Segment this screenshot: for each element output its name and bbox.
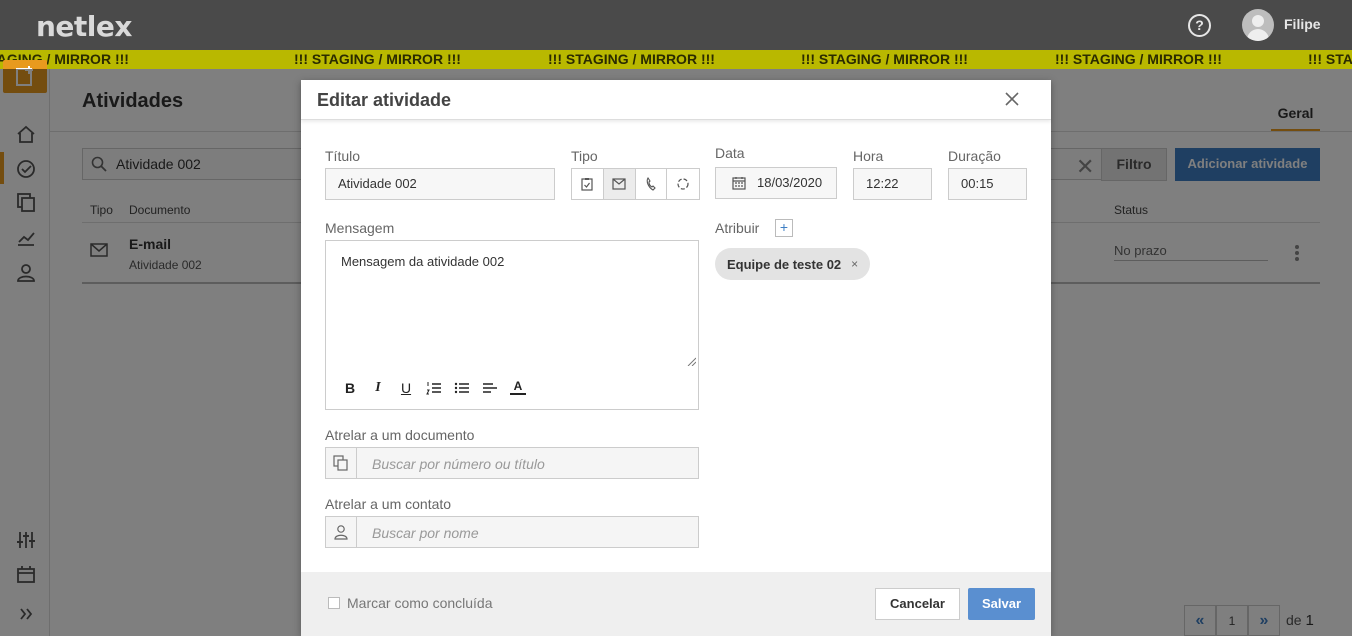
resize-handle-icon[interactable] <box>686 356 696 366</box>
tipo-meeting-button[interactable] <box>667 169 699 199</box>
align-left-icon[interactable] <box>482 379 498 397</box>
edit-activity-modal: Editar atividade Título Atividade 002 Ti… <box>301 80 1051 636</box>
cancel-button[interactable]: Cancelar <box>875 588 960 620</box>
titulo-input[interactable]: Atividade 002 <box>325 168 555 200</box>
app-logo[interactable]: netlex <box>36 10 132 43</box>
banner-text: !!! STAGING / MIRROR !!! <box>548 51 715 67</box>
contact-search-placeholder: Buscar por nome <box>372 525 479 541</box>
concluida-checkbox[interactable] <box>328 597 340 609</box>
modal-header: Editar atividade <box>301 80 1051 120</box>
banner-text: !!! STAGING / MIRROR !!! <box>1308 51 1352 67</box>
close-icon[interactable] <box>1004 91 1020 107</box>
documents-icon <box>333 455 348 471</box>
help-icon[interactable]: ? <box>1188 14 1211 37</box>
contact-icon-box <box>326 517 357 547</box>
duracao-label: Duração <box>948 148 1001 164</box>
underline-button[interactable]: U <box>398 379 414 397</box>
clipboard-icon <box>581 178 593 191</box>
person-icon <box>334 525 348 540</box>
phone-icon <box>646 177 656 191</box>
editor-toolbar: B I U A <box>342 379 526 397</box>
bold-button[interactable]: B <box>342 379 358 397</box>
hora-label: Hora <box>853 148 884 164</box>
meeting-icon <box>677 178 689 190</box>
italic-button[interactable]: I <box>370 379 386 397</box>
tipo-selector <box>571 168 700 200</box>
mail-icon <box>612 178 626 190</box>
duracao-input[interactable]: 00:15 <box>948 168 1027 200</box>
avatar[interactable] <box>1242 9 1274 41</box>
date-value: 18/03/2020 <box>757 175 823 190</box>
font-color-button[interactable]: A <box>510 379 526 395</box>
save-button[interactable]: Salvar <box>968 588 1035 620</box>
calendar-icon <box>732 177 746 190</box>
tipo-task-button[interactable] <box>572 169 604 199</box>
tipo-phone-button[interactable] <box>635 169 668 199</box>
document-link-label: Atrelar a um documento <box>325 427 475 443</box>
hora-input[interactable]: 12:22 <box>853 168 932 200</box>
document-search-placeholder: Buscar por número ou título <box>372 456 545 472</box>
document-icon-box <box>326 448 357 478</box>
modal-footer: Marcar como concluída Cancelar Salvar <box>301 572 1051 636</box>
date-input[interactable]: 18/03/2020 <box>715 167 837 199</box>
top-bar: netlex ? Filipe <box>0 0 1352 50</box>
banner-text: !!! STAGING / MIRROR !!! <box>801 51 968 67</box>
ordered-list-icon[interactable] <box>426 379 442 397</box>
contact-link-label: Atrelar a um contato <box>325 496 452 512</box>
assignee-chip: Equipe de teste 02 × <box>715 248 871 280</box>
data-label: Data <box>715 145 745 161</box>
bullet-list-icon[interactable] <box>454 379 470 397</box>
atribuir-label: Atribuir <box>715 220 760 236</box>
staging-banner: !!! STAGING / MIRROR !!! !!! STAGING / M… <box>0 50 1352 69</box>
remove-assignee-icon[interactable]: × <box>851 257 858 271</box>
assignee-name: Equipe de teste 02 <box>727 256 842 272</box>
username[interactable]: Filipe <box>1284 16 1321 32</box>
tipo-email-button[interactable] <box>603 169 636 199</box>
tipo-label: Tipo <box>571 148 598 164</box>
document-search-input[interactable]: Buscar por número ou título <box>325 447 699 479</box>
modal-title: Editar atividade <box>317 90 452 110</box>
message-text[interactable]: Mensagem da atividade 002 <box>341 254 504 269</box>
contact-search-input[interactable]: Buscar por nome <box>325 516 699 548</box>
message-editor[interactable]: Mensagem da atividade 002 B I U A <box>325 240 699 410</box>
titulo-label: Título <box>325 148 361 164</box>
banner-text: !!! STAGING / MIRROR !!! <box>294 51 461 67</box>
concluida-label[interactable]: Marcar como concluída <box>347 595 493 611</box>
mensagem-label: Mensagem <box>325 220 395 236</box>
add-assignee-button[interactable]: + <box>775 219 793 237</box>
banner-text: !!! STAGING / MIRROR !!! <box>1055 51 1222 67</box>
